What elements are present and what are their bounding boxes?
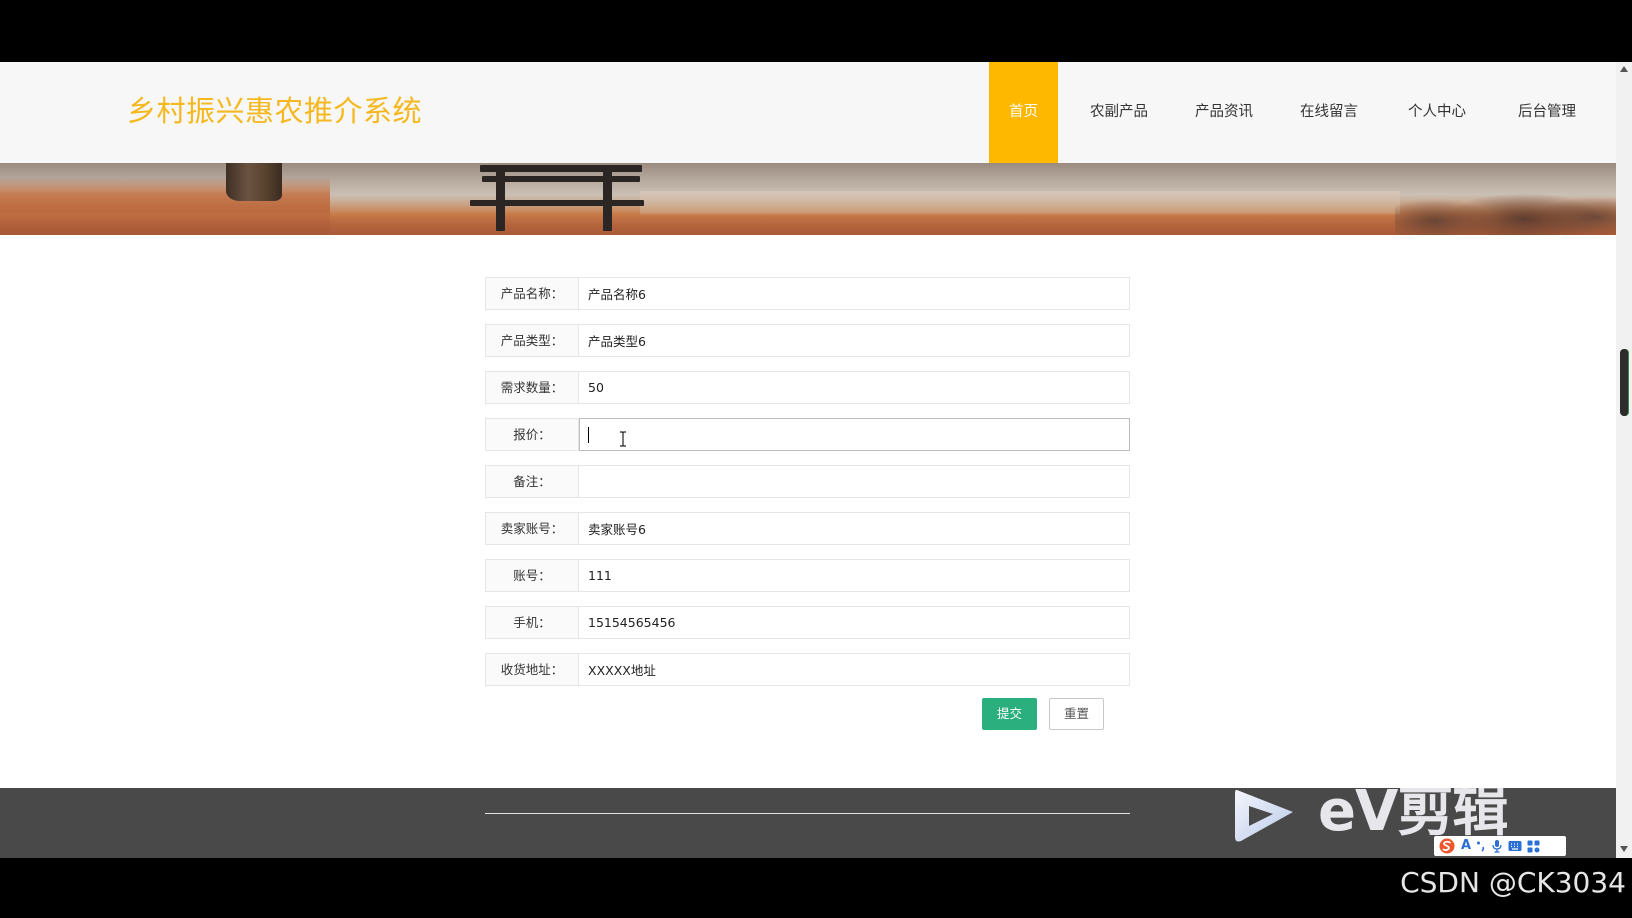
form-row-remark: 备注： [485, 465, 1130, 498]
price-input[interactable] [579, 418, 1130, 451]
product-type-label: 产品类型： [485, 324, 579, 357]
keyboard-icon[interactable] [1508, 840, 1522, 852]
form-row-seller-account: 卖家账号： [485, 512, 1130, 545]
submit-button[interactable]: 提交 [982, 698, 1037, 730]
bench-backrest [480, 165, 642, 172]
nav-item-profile[interactable]: 个人中心 [1385, 62, 1489, 163]
banner-haze [640, 191, 1400, 215]
mic-icon[interactable] [1491, 839, 1503, 853]
form-row-quantity: 需求数量： [485, 371, 1130, 404]
site-title: 乡村振兴惠农推介系统 [127, 94, 423, 128]
grid-icon[interactable] [1527, 840, 1540, 853]
reset-button[interactable]: 重置 [1049, 698, 1104, 730]
bench-backrest [482, 176, 640, 182]
account-input[interactable] [579, 559, 1130, 592]
address-input[interactable] [579, 653, 1130, 686]
vertical-scrollbar[interactable] [1616, 62, 1632, 858]
play-icon [1235, 789, 1293, 842]
screen-bottom-bar [0, 858, 1632, 918]
form-row-phone: 手机： [485, 606, 1130, 639]
product-type-input[interactable] [579, 324, 1130, 357]
sogou-s-icon[interactable] [1438, 838, 1456, 854]
phone-label: 手机： [485, 606, 579, 639]
ime-mode-label[interactable]: A [1461, 836, 1471, 856]
nav-item-admin[interactable]: 后台管理 [1495, 62, 1599, 163]
nav-item-home[interactable]: 首页 [989, 62, 1058, 163]
ev-watermark-text: eV剪辑 [1318, 788, 1508, 844]
scrollbar-thumb[interactable] [1620, 349, 1629, 416]
banner-horizon [0, 213, 1616, 235]
account-label: 账号： [485, 559, 579, 592]
scroll-up-icon[interactable] [1620, 66, 1628, 72]
seller-account-input[interactable] [579, 512, 1130, 545]
nav-item-news[interactable]: 产品资讯 [1172, 62, 1276, 163]
remark-label: 备注： [485, 465, 579, 498]
punctuation-icon[interactable] [1476, 839, 1486, 853]
scroll-down-icon[interactable] [1620, 846, 1628, 852]
quantity-input[interactable] [579, 371, 1130, 404]
nav-item-products[interactable]: 农副产品 [1067, 62, 1171, 163]
site-footer: eV剪辑 A [0, 788, 1616, 858]
address-label: 收货地址： [485, 653, 579, 686]
product-name-input[interactable] [579, 277, 1130, 310]
form-row-product-name: 产品名称： [485, 277, 1130, 310]
text-caret [588, 427, 589, 443]
browser-viewport: 乡村振兴惠农推介系统 首页 农副产品 产品资讯 在线留言 个人中心 后台管理 产… [0, 62, 1616, 858]
banner-brush [1395, 191, 1616, 235]
form-row-price: 报价： [485, 418, 1130, 451]
price-label: 报价： [485, 418, 579, 451]
bench-seat [470, 200, 644, 206]
text-cursor-icon [620, 431, 626, 447]
form-row-account: 账号： [485, 559, 1130, 592]
quantity-label: 需求数量： [485, 371, 579, 404]
footer-divider [485, 813, 1130, 814]
ime-toolbar[interactable]: A [1434, 836, 1566, 856]
banner-tree-trunk [226, 163, 282, 201]
form-row-address: 收货地址： [485, 653, 1130, 686]
csdn-watermark: CSDN @CK3034 [1400, 866, 1626, 899]
form-row-product-type: 产品类型： [485, 324, 1130, 357]
screen-top-bar [0, 0, 1632, 62]
seller-account-label: 卖家账号： [485, 512, 579, 545]
product-name-label: 产品名称： [485, 277, 579, 310]
nav-item-messages[interactable]: 在线留言 [1277, 62, 1381, 163]
phone-input[interactable] [579, 606, 1130, 639]
purchase-form: 产品名称： 产品类型： 需求数量： 报价： 备注： 卖家账号： [485, 277, 1130, 700]
site-header: 乡村振兴惠农推介系统 首页 农副产品 产品资讯 在线留言 个人中心 后台管理 [0, 62, 1616, 163]
remark-input[interactable] [579, 465, 1130, 498]
banner-image [0, 163, 1616, 235]
